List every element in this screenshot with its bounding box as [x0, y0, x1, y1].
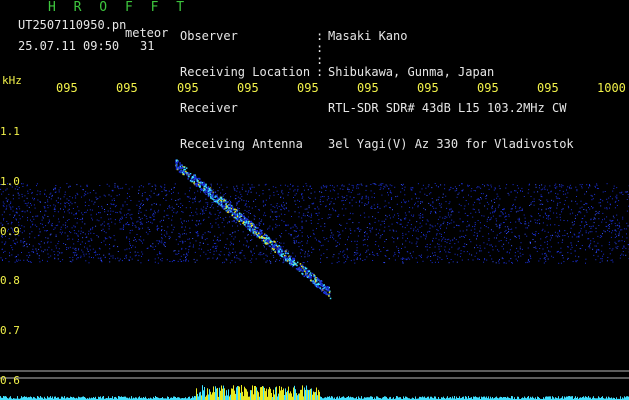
x-tick: 1000: [597, 81, 626, 95]
y-tick: 0.8: [0, 274, 20, 287]
x-tick: 095: [477, 81, 499, 95]
y-tick: 1.1: [0, 125, 20, 138]
x-tick: 095: [537, 81, 559, 95]
x-tick: 095: [417, 81, 439, 95]
noise-band: [0, 183, 629, 264]
meteor-tag: meteor: [125, 26, 169, 40]
x-tick: 095: [56, 81, 78, 95]
x-tick: 095: [116, 81, 138, 95]
x-tick: 095: [177, 81, 199, 95]
y-axis-unit: kHz: [2, 74, 22, 87]
y-tick: 1.0: [0, 175, 20, 188]
y-tick: 0.9: [0, 225, 20, 238]
location-value: Shibukawa, Gunma, Japan: [328, 65, 495, 79]
meteor-trace: [175, 159, 332, 300]
filename-label: UT2507110950.pn: [18, 18, 127, 32]
receiver-value: RTL-SDR SDR# 43dB L15 103.2MHz CW: [328, 101, 567, 115]
location-label: Receiving Location: [180, 65, 311, 79]
observer-label: Observer: [180, 29, 238, 43]
observer-value: Masaki Kano: [328, 29, 408, 43]
antenna-value: 3el Yagi(V) Az 330 for Vladivostok: [328, 137, 574, 151]
x-tick: 095: [297, 81, 319, 95]
count-label: 31: [140, 39, 155, 53]
receiver-label: Receiver: [180, 101, 238, 115]
y-tick: 0.6: [0, 374, 20, 387]
signal-level-strip: [0, 385, 629, 400]
y-tick: 0.7: [0, 324, 20, 337]
antenna-label: Receiving Antenna: [180, 137, 303, 151]
x-tick: 095: [237, 81, 259, 95]
datetime-label: 25.07.11 09:50: [18, 39, 120, 53]
x-tick: 095: [357, 81, 379, 95]
app-title: H R O F F T: [48, 0, 190, 15]
